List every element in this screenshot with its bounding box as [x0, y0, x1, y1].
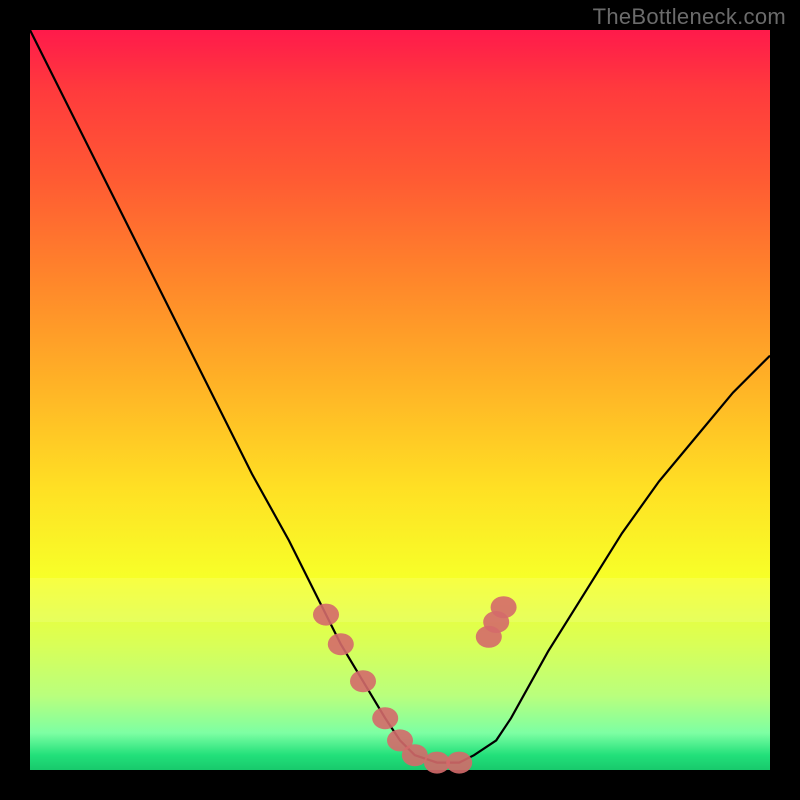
curve-svg	[30, 30, 770, 770]
marker-point	[446, 752, 472, 774]
marker-point	[491, 596, 517, 618]
chart-frame: TheBottleneck.com	[0, 0, 800, 800]
marker-point	[328, 633, 354, 655]
marker-point	[350, 670, 376, 692]
marker-point	[402, 744, 428, 766]
marker-point	[372, 707, 398, 729]
marker-point	[313, 604, 339, 626]
plot-area	[30, 30, 770, 770]
bottleneck-curve	[30, 30, 770, 763]
marker-point	[424, 752, 450, 774]
attribution-label: TheBottleneck.com	[593, 4, 786, 30]
